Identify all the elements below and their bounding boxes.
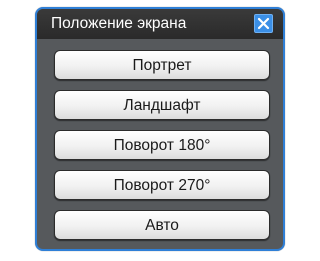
portrait-button[interactable]: Портрет [54,50,270,80]
dialog-titlebar: Положение экрана [37,9,283,39]
auto-button[interactable]: Авто [54,210,270,240]
screen-orientation-dialog: Положение экрана Портрет Ландшафт Поворо… [35,7,285,251]
landscape-button[interactable]: Ландшафт [54,90,270,120]
close-button[interactable] [254,14,273,33]
rotate-270-button[interactable]: Поворот 270° [54,170,270,200]
close-icon [257,17,270,30]
dialog-title: Положение экрана [51,15,187,32]
rotate-180-button[interactable]: Поворот 180° [54,130,270,160]
